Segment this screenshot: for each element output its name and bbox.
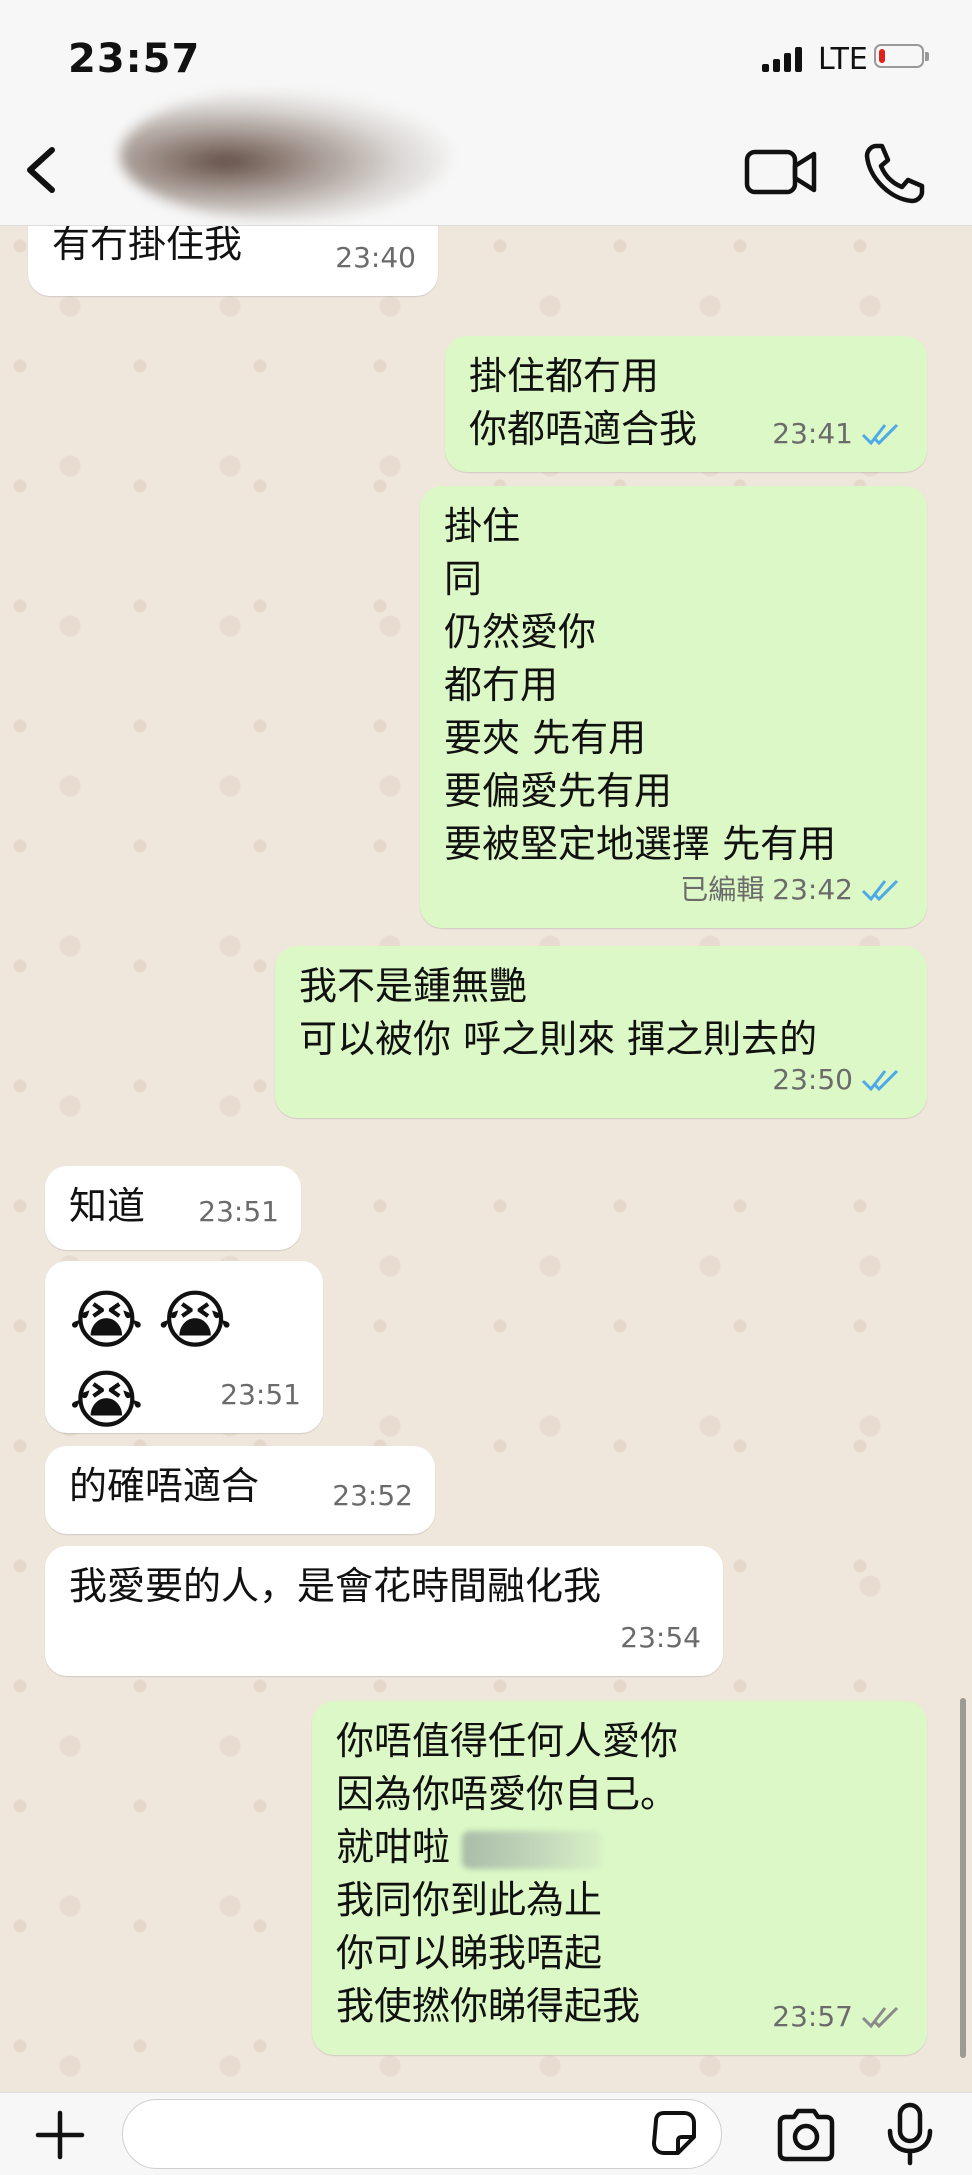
video-camera-icon[interactable] bbox=[744, 144, 818, 200]
read-ticks-icon bbox=[861, 423, 899, 445]
read-ticks-icon bbox=[861, 1069, 899, 1091]
camera-icon[interactable] bbox=[774, 2107, 838, 2163]
message-incoming[interactable]: 有冇掛住我 23:40 bbox=[28, 226, 438, 296]
message-outgoing[interactable]: 我不是鍾無艷 可以被你 呼之則來 揮之則去的 23:50 bbox=[275, 946, 927, 1118]
message-incoming[interactable]: 的確唔適合 23:52 bbox=[45, 1446, 435, 1534]
chevron-left-icon[interactable] bbox=[18, 140, 68, 200]
message-outgoing[interactable]: 掛住都冇用 你都唔適合我 23:41 bbox=[445, 336, 927, 472]
message-time: 23:51 bbox=[198, 1195, 279, 1228]
composer-bar bbox=[0, 2092, 972, 2175]
message-input[interactable] bbox=[122, 2099, 722, 2169]
message-time: 23:52 bbox=[332, 1479, 413, 1512]
message-time: 23:40 bbox=[335, 241, 416, 274]
message-text: 我不是鍾無艷 可以被你 呼之則來 揮之則去的 bbox=[299, 964, 818, 1061]
message-line: 你可以睇我唔起 bbox=[336, 1931, 603, 1975]
message-incoming-emoji[interactable]: 😭😭😭 23:51 bbox=[45, 1261, 323, 1438]
message-line: 你唔值得任何人愛你 bbox=[336, 1719, 679, 1763]
message-time: 23:54 bbox=[620, 1621, 701, 1654]
message-time: 23:50 bbox=[772, 1063, 853, 1096]
status-time: 23:57 bbox=[68, 36, 201, 82]
phone-icon[interactable] bbox=[862, 140, 928, 206]
scrollbar[interactable] bbox=[960, 1698, 966, 2058]
network-type: LTE bbox=[818, 42, 868, 77]
redacted-name bbox=[462, 1830, 603, 1869]
message-line: 因為你唔愛你自己。 bbox=[336, 1772, 679, 1816]
message-line: 就咁啦 bbox=[336, 1825, 451, 1869]
edited-label: 已編輯 bbox=[680, 873, 765, 906]
signal-icon bbox=[762, 46, 802, 72]
message-time: 23:51 bbox=[220, 1378, 301, 1411]
message-line: 我同你到此為止 bbox=[336, 1878, 603, 1922]
plus-icon[interactable] bbox=[32, 2107, 88, 2163]
chat-area[interactable]: 有冇掛住我 23:40 掛住都冇用 你都唔適合我 23:41 掛住 同 仍然愛你… bbox=[0, 226, 972, 2092]
contact-avatar-redacted[interactable] bbox=[120, 90, 450, 220]
message-incoming[interactable]: 知道 23:51 bbox=[45, 1166, 301, 1250]
message-text: 掛住 同 仍然愛你 都冇用 要夾 先有用 要偏愛先有用 要被堅定地選擇 先有用 bbox=[444, 504, 837, 866]
message-time: 23:41 bbox=[772, 417, 853, 450]
read-ticks-icon bbox=[861, 879, 899, 901]
chat-header bbox=[0, 90, 972, 226]
delivered-ticks-icon bbox=[861, 2006, 899, 2028]
message-time: 23:42 bbox=[772, 873, 853, 906]
message-time: 23:57 bbox=[772, 2000, 853, 2033]
battery-icon bbox=[874, 44, 929, 68]
microphone-icon[interactable] bbox=[880, 2101, 940, 2167]
message-outgoing[interactable]: 掛住 同 仍然愛你 都冇用 要夾 先有用 要偏愛先有用 要被堅定地選擇 先有用 … bbox=[420, 486, 927, 928]
sticker-icon[interactable] bbox=[648, 2107, 700, 2159]
message-text: 我愛要的人，是會花時間融化我 bbox=[69, 1564, 602, 1608]
status-bar: 23:57 LTE bbox=[0, 0, 972, 120]
message-outgoing[interactable]: 你唔值得任何人愛你 因為你唔愛你自己。 就咁啦 我同你到此為止 你可以睇我唔起 … bbox=[312, 1701, 927, 2055]
battery-fill bbox=[879, 49, 885, 63]
message-incoming[interactable]: 我愛要的人，是會花時間融化我 23:54 bbox=[45, 1546, 723, 1676]
